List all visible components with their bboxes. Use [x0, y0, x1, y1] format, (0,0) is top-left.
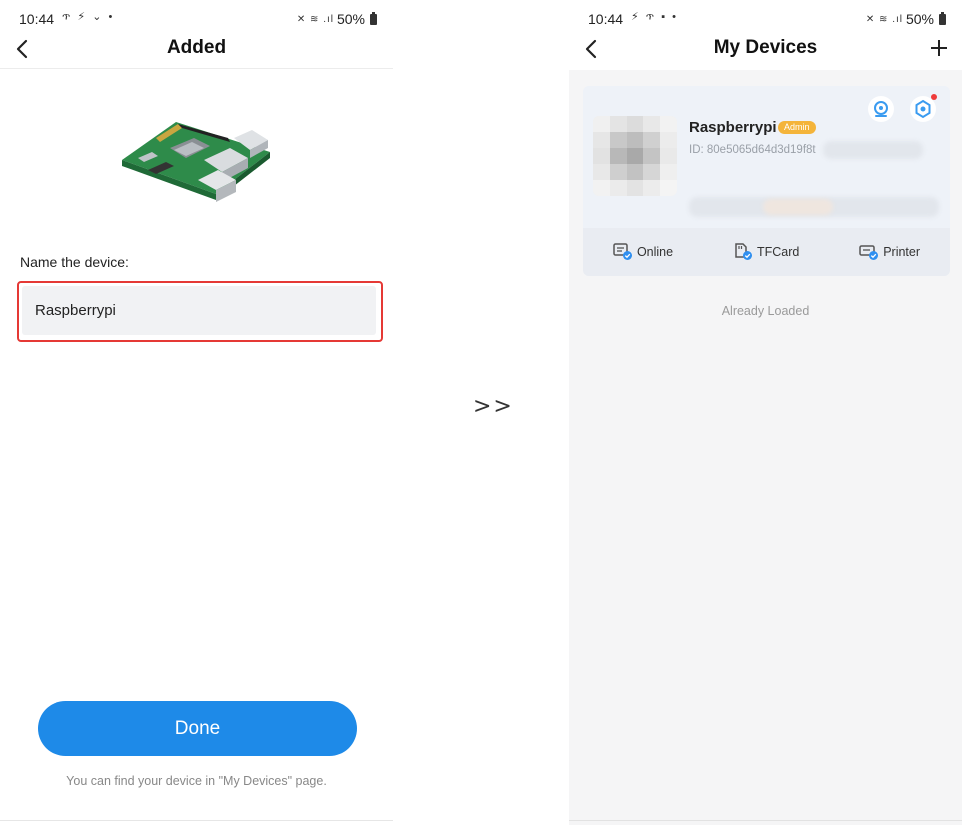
battery-level: 50%	[905, 11, 934, 27]
signal-icon: ✕ ≋ .ıl	[865, 13, 903, 25]
printer-icon	[859, 245, 879, 260]
added-screen: 10:44 ጥ ⚡ ⌄ • ✕ ≋ .ıl 50% Added Name the…	[0, 0, 393, 825]
battery-icon	[939, 11, 946, 25]
redacted-id	[823, 141, 923, 159]
plus-icon	[931, 40, 947, 56]
feature-printer-label: Printer	[883, 245, 921, 259]
feature-tfcard-label: TFCard	[756, 245, 800, 259]
tfcard-icon	[735, 243, 752, 260]
camera-icon	[874, 101, 888, 117]
header: Added	[0, 32, 393, 68]
transition-arrow: >>	[473, 394, 514, 419]
notification-icons: ጥ ⚡ ⌄ •	[62, 11, 115, 23]
bottom-divider	[0, 820, 393, 821]
redacted-info-accent	[763, 199, 833, 215]
list-footer: Already Loaded	[721, 304, 810, 318]
done-button[interactable]: Done	[38, 701, 357, 756]
device-name: Raspberrypi	[689, 119, 777, 136]
camera-button[interactable]	[868, 96, 894, 122]
device-features: Online TFCard Printer	[583, 228, 950, 276]
notification-icons: ⚡ ጥ ▪ •	[631, 11, 679, 23]
status-right: ✕ ≋ .ıl 50%	[297, 11, 377, 27]
feature-online-label: Online	[636, 245, 674, 259]
notification-dot	[931, 94, 937, 100]
device-name-input[interactable]	[22, 286, 376, 335]
hint-text: You can find your device in "My Devices"…	[66, 774, 327, 788]
status-bar: 10:44 ጥ ⚡ ⌄ • ✕ ≋ .ıl 50%	[0, 0, 393, 36]
status-bar: 10:44 ⚡ ጥ ▪ • ✕ ≋ .ıl 50%	[569, 0, 962, 36]
device-id: ID: 80e5065d64d3d19f8t	[689, 144, 816, 156]
admin-badge: Admin	[778, 121, 816, 134]
status-time: 10:44	[19, 11, 55, 27]
header-divider	[0, 68, 393, 69]
battery-icon	[370, 11, 377, 25]
feature-printer[interactable]: Printer	[859, 243, 920, 261]
gear-icon	[915, 99, 931, 119]
feature-online[interactable]: Online	[613, 243, 673, 261]
my-devices-screen: 10:44 ⚡ ጥ ▪ • ✕ ≋ .ıl 50% My Devices Ras…	[569, 0, 962, 825]
device-card-info: Raspberrypi Admin ID: 80e5065d64d3d19f8t	[583, 86, 950, 228]
name-label: Name the device:	[20, 254, 129, 270]
online-icon	[613, 243, 632, 260]
feature-tfcard[interactable]: TFCard	[733, 243, 799, 261]
settings-button[interactable]	[910, 94, 937, 122]
bottom-divider	[569, 820, 962, 821]
device-card[interactable]: Raspberrypi Admin ID: 80e5065d64d3d19f8t	[583, 86, 950, 276]
page-title: Added	[166, 37, 227, 58]
page-title: My Devices	[713, 37, 818, 58]
status-right: ✕ ≋ .ıl 50%	[866, 11, 946, 27]
device-thumbnail	[593, 116, 677, 196]
signal-icon: ✕ ≋ .ıl	[296, 13, 334, 25]
battery-level: 50%	[336, 11, 365, 27]
raspberry-pi-image	[118, 108, 278, 218]
status-time: 10:44	[588, 11, 624, 27]
header: My Devices	[569, 32, 962, 68]
add-device-button[interactable]	[926, 34, 952, 62]
